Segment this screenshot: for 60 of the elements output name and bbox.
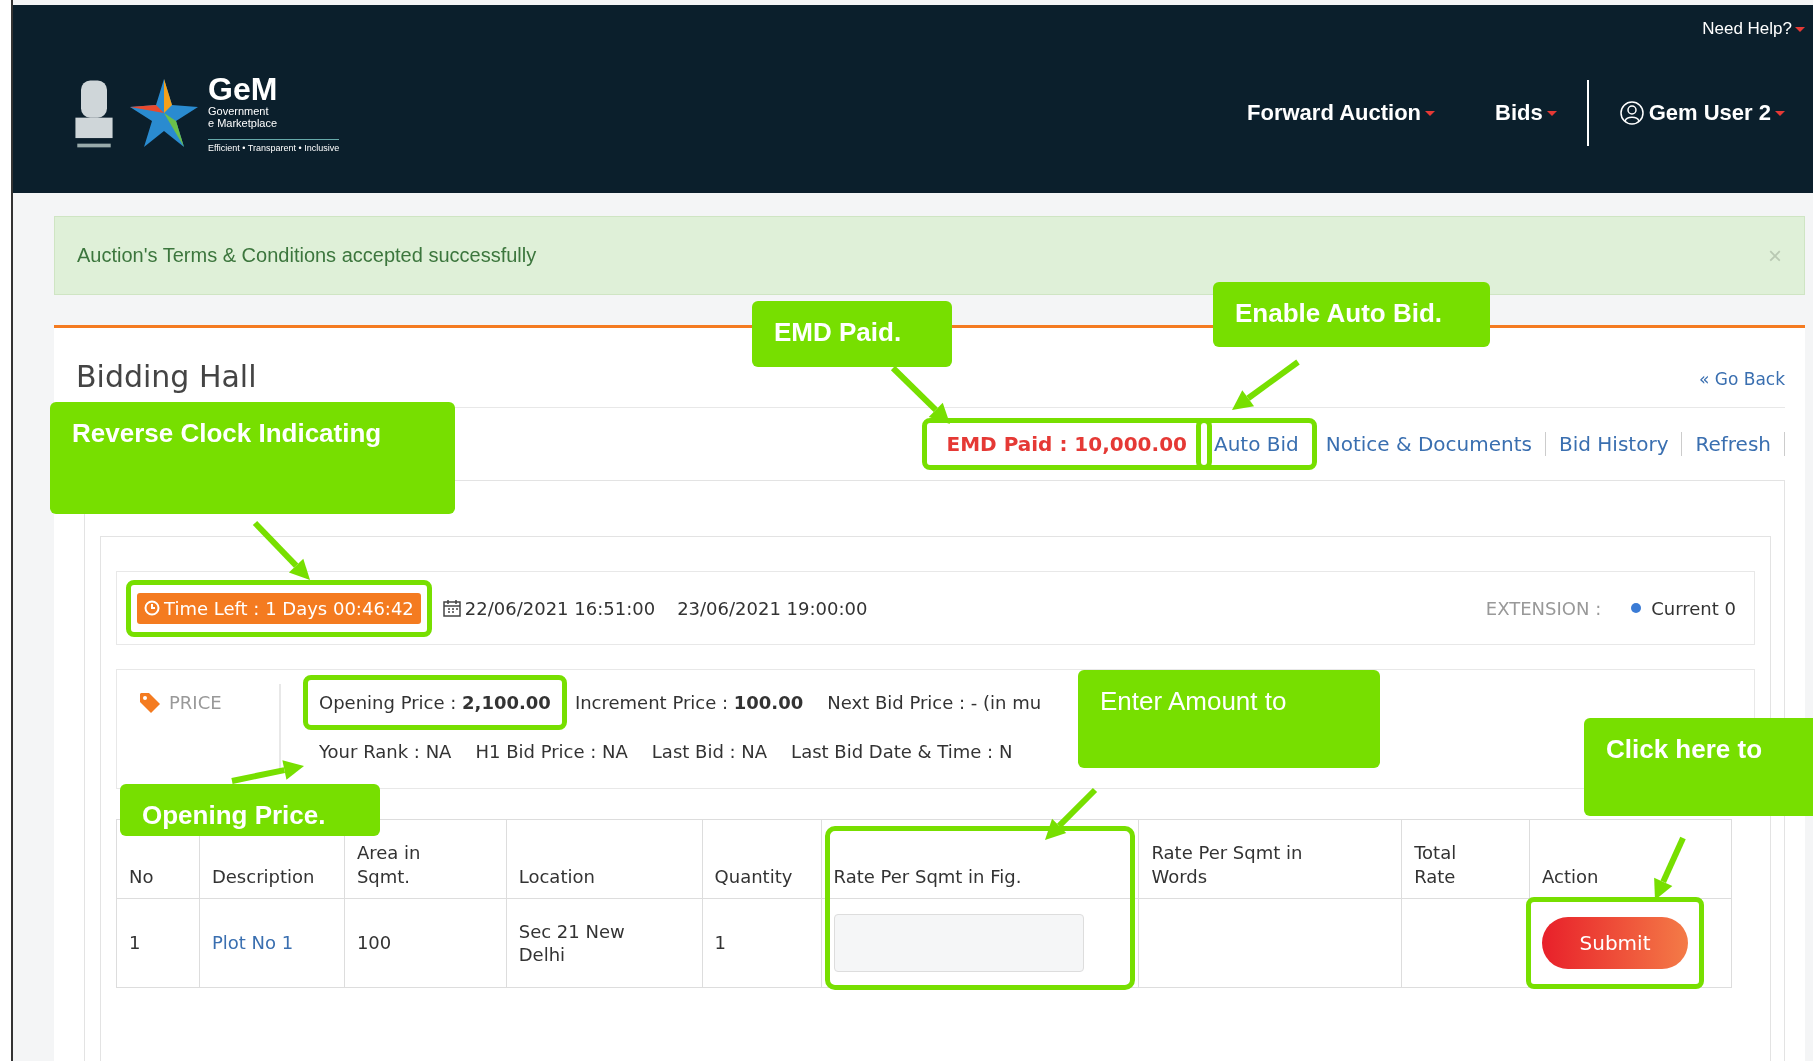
page-link[interactable]: Auto Bid [1213, 432, 1299, 456]
user-icon [1618, 100, 1645, 127]
annotation-callout: Enable Auto Bid. [1213, 282, 1490, 347]
table-cell-text: Sec 21 New Delhi [518, 919, 626, 967]
extension-label: EXTENSION : [1485, 597, 1602, 619]
page-link[interactable]: Notice & Documents [1325, 432, 1532, 456]
price-detail: Opening Price : 2,100.00 [319, 692, 551, 713]
table-cell: 1 [702, 898, 822, 988]
logo-name: GeM [208, 73, 279, 105]
nav-menu[interactable]: Bids [1495, 100, 1557, 127]
price-detail: Last Bid : NA [651, 741, 768, 762]
time-left-badge: Time Left : 1 Days 00:46:42 [137, 592, 421, 624]
column-header: Quantity [714, 864, 793, 888]
caret-icon [1546, 110, 1557, 116]
annotation-callout: Opening Price. [120, 784, 380, 836]
caret-icon [1425, 110, 1435, 116]
column-header: Rate Per Sqmt in Fig. [833, 864, 1022, 888]
caret-icon [1775, 110, 1785, 116]
annotation-callout: EMD Paid. [752, 301, 952, 367]
price-detail: Increment Price : 100.00 [574, 692, 804, 713]
price-detail: Last Bid Date & Time : N [791, 741, 1013, 762]
submit-button[interactable]: Submit [1542, 917, 1689, 969]
column-header: Rate Per Sqmt in Words [1151, 841, 1304, 888]
price-detail: Your Rank : NA [319, 741, 452, 762]
column-header: Area in Sqmt. [356, 841, 422, 888]
column-header: Action [1542, 864, 1599, 888]
price-detail: H1 Bid Price : NA [475, 741, 628, 762]
table-cell: 1 [116, 898, 200, 988]
user-menu[interactable]: Gem User 2 [1618, 100, 1785, 127]
start-date: 22/06/2021 16:51:00 [464, 597, 656, 619]
need-help-link[interactable]: Need Help? [1702, 19, 1805, 39]
logo-subtitle: e Marketplace [208, 117, 279, 130]
price-label: PRICE [169, 692, 222, 713]
annotation-callout: Reverse Clock Indicating [50, 402, 455, 514]
plot-link[interactable]: Plot No 1 [211, 932, 294, 954]
page-title: Bidding Hall [76, 360, 257, 393]
price-detail: Next Bid Price : - (in mu [827, 692, 1042, 713]
annotation-callout: Enter Amount to [1078, 670, 1380, 768]
end-date: 23/06/2021 19:00:00 [677, 597, 868, 619]
nav-menu[interactable]: Forward Auction [1247, 100, 1435, 127]
clock-icon [144, 600, 160, 616]
logo-tagline: Efficient • Transparent • Inclusive [208, 139, 340, 154]
rate-input-field[interactable] [833, 914, 1084, 972]
column-header: Total Rate [1414, 841, 1458, 888]
column-header: Location [518, 864, 595, 888]
go-back-link[interactable]: « Go Back [1698, 369, 1785, 389]
emd-paid-amount: EMD Paid : 10,000.00 [946, 432, 1187, 456]
calendar-icon [442, 599, 461, 617]
status-dot [1631, 603, 1642, 613]
page-link[interactable]: Refresh [1695, 432, 1771, 456]
table-cell: 100 [344, 898, 507, 988]
extension-value: Current 0 [1651, 597, 1736, 619]
logo-subtitle: Government [208, 105, 270, 118]
column-header: Description [211, 864, 315, 888]
tag-icon [139, 692, 161, 714]
column-header: No [129, 864, 154, 888]
caret-icon [1795, 26, 1805, 32]
alert-message: Auction's Terms & Conditions accepted successfully [77, 244, 537, 267]
page-link[interactable]: Bid History [1559, 432, 1669, 456]
annotation-callout: Click here to [1584, 718, 1813, 816]
